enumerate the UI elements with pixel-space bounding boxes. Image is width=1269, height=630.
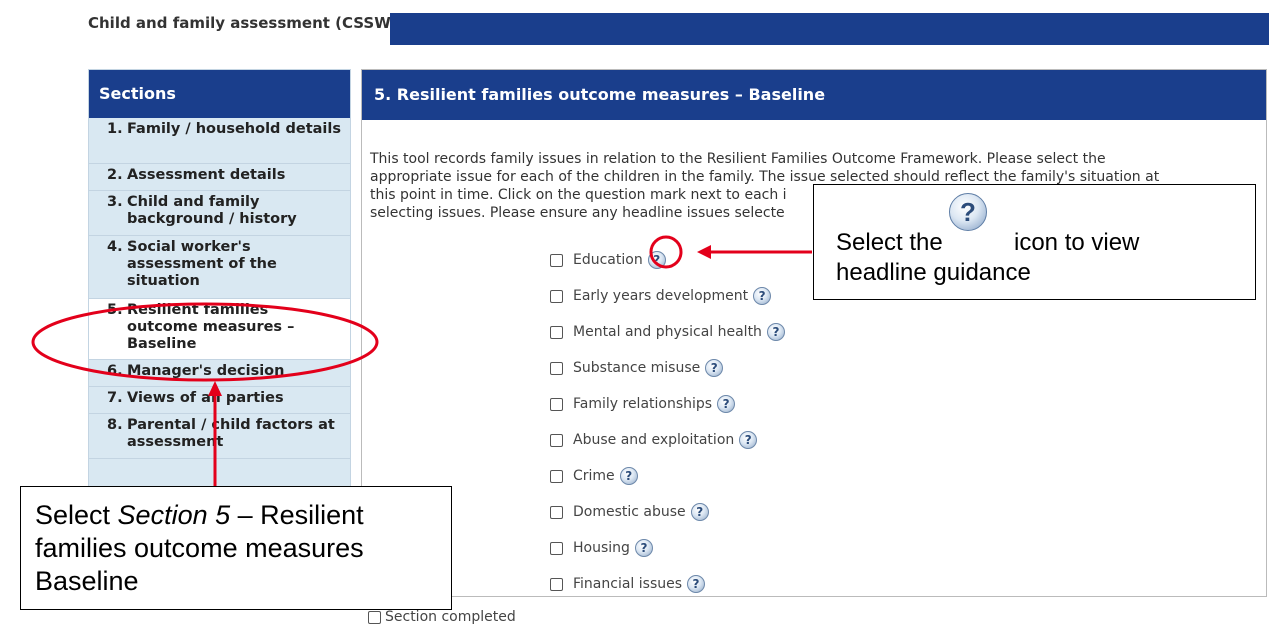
help-question-icon[interactable]: ?	[634, 539, 653, 557]
issue-row-housing: Housing?	[550, 530, 785, 566]
issue-label: Substance misuse	[573, 360, 701, 376]
sidebar-item-parental-child-factors[interactable]: 8. Parental / child factors at assessment	[89, 414, 350, 459]
issue-row-substance-misuse: Substance misuse?	[550, 350, 785, 386]
sidebar-item-managers-decision[interactable]: 6. Manager's decision	[89, 360, 350, 387]
sidebar-item-label: Views of all parties	[127, 390, 284, 406]
sidebar-item-label: Manager's decision	[127, 363, 285, 379]
substance-misuse-checkbox[interactable]	[550, 361, 563, 375]
education-checkbox[interactable]	[550, 253, 563, 267]
sidebar-item-resilient-families-baseline[interactable]: 5. Resilient families outcome measures – …	[89, 299, 350, 360]
help-question-icon: ?	[949, 193, 987, 231]
callout-text-prefix: Select	[35, 500, 118, 530]
mental-health-checkbox[interactable]	[550, 325, 563, 339]
sidebar-header: Sections	[89, 70, 350, 118]
help-question-icon[interactable]: ?	[705, 359, 724, 377]
early-years-checkbox[interactable]	[550, 289, 563, 303]
sidebar-item-label: Assessment details	[127, 167, 286, 183]
sidebar-item-family-household-details[interactable]: 1. Family / household details	[89, 118, 350, 164]
issue-label: Mental and physical health	[573, 324, 762, 340]
intro-line: This tool records family issues in relat…	[370, 151, 1106, 167]
sections-sidebar: Sections 1. Family / household details 2.…	[88, 69, 351, 511]
issue-list: Education? Early years development? Ment…	[550, 242, 785, 602]
sidebar-item-assessment-details[interactable]: 2. Assessment details	[89, 164, 350, 191]
financial-issues-checkbox[interactable]	[550, 577, 563, 591]
sidebar-item-label: Resilient families outcome measures – Ba…	[127, 302, 295, 352]
sidebar-item-label: Child and family background / history	[127, 194, 297, 227]
help-question-icon[interactable]: ?	[690, 503, 709, 521]
issue-row-education: Education?	[550, 242, 785, 278]
callout-text-suffix: icon to view	[1014, 229, 1140, 256]
help-question-icon[interactable]: ?	[717, 395, 736, 413]
domestic-abuse-checkbox[interactable]	[550, 505, 563, 519]
help-question-icon[interactable]: ?	[619, 467, 638, 485]
icon-hint-callout: Select the ? icon to view headline guida…	[813, 184, 1256, 300]
issue-row-domestic-abuse: Domestic abuse?	[550, 494, 785, 530]
section-panel: 5. Resilient families outcome measures –…	[361, 69, 1267, 597]
callout-text-emphasis: Section 5	[117, 500, 231, 530]
help-question-icon[interactable]: ?	[753, 287, 772, 305]
family-relationships-checkbox[interactable]	[550, 397, 563, 411]
title-bar-fill	[390, 13, 1269, 45]
issue-label: Abuse and exploitation	[573, 432, 735, 448]
issue-label: Financial issues	[573, 576, 683, 592]
help-question-icon[interactable]: ?	[687, 575, 706, 593]
section-completed: Section completed	[368, 609, 516, 625]
sidebar-item-label: Social worker's assessment of the situat…	[127, 239, 277, 289]
sidebar-item-label: Family / household details	[127, 121, 341, 137]
issue-label: Housing	[573, 540, 630, 556]
issue-row-early-years: Early years development?	[550, 278, 785, 314]
issue-label: Crime	[573, 468, 615, 484]
callout-text-prefix: Select the	[836, 229, 943, 256]
issue-label: Education	[573, 252, 643, 268]
issue-label: Early years development	[573, 288, 749, 304]
help-question-icon[interactable]: ?	[739, 431, 758, 449]
issue-row-family-relationships: Family relationships?	[550, 386, 785, 422]
sidebar-item-views-of-all-parties[interactable]: 7. Views of all parties	[89, 387, 350, 414]
section-completed-label: Section completed	[385, 609, 516, 625]
section-header: 5. Resilient families outcome measures –…	[362, 70, 1266, 120]
assessment-title: Child and family assessment (CSSW)	[88, 14, 398, 32]
issue-row-financial-issues: Financial issues?	[550, 566, 785, 602]
help-question-icon[interactable]: ?	[647, 251, 666, 269]
section-completed-checkbox[interactable]	[368, 610, 381, 624]
issue-row-mental-health: Mental and physical health?	[550, 314, 785, 350]
housing-checkbox[interactable]	[550, 541, 563, 555]
abuse-exploitation-checkbox[interactable]	[550, 433, 563, 447]
crime-checkbox[interactable]	[550, 469, 563, 483]
issue-label: Domestic abuse	[573, 504, 686, 520]
issue-row-abuse-exploitation: Abuse and exploitation?	[550, 422, 785, 458]
help-question-icon[interactable]: ?	[766, 323, 785, 341]
sections-list: 1. Family / household details 2. Assessmen…	[89, 118, 350, 459]
sidebar-item-background-history[interactable]: 3. Child and family background / history	[89, 191, 350, 236]
section-hint-callout: Select Section 5 – Resilient families ou…	[20, 486, 452, 610]
issue-row-crime: Crime?	[550, 458, 785, 494]
callout-text-line2: headline guidance	[836, 259, 1031, 286]
issue-label: Family relationships	[573, 396, 713, 412]
sidebar-item-label: Parental / child factors at assessment	[127, 417, 335, 450]
sidebar-item-social-worker-assessment[interactable]: 4. Social worker's assessment of the situ…	[89, 236, 350, 299]
top-title-bar: Child and family assessment (CSSW)	[0, 0, 1269, 45]
